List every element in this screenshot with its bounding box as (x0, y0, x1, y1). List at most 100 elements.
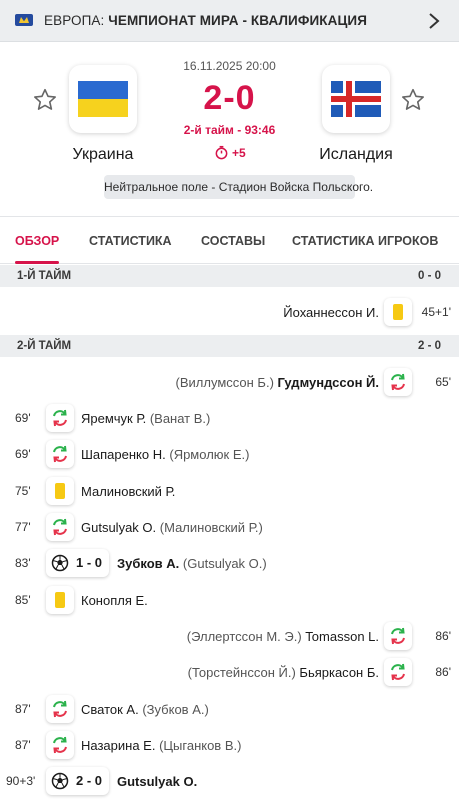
europe-flag-icon (15, 14, 33, 26)
event-assist-player: (Gutsulyak O.) (182, 556, 267, 571)
match-header: 16.11.2025 20:00 Украина Исландия 2-0 2-… (0, 43, 459, 215)
event-player: Зубков А. (117, 556, 180, 571)
goal-badge: 2 - 0 (46, 767, 109, 795)
event-player: Gutsulyak O. (81, 520, 157, 535)
event-text: Зубков А. (Gutsulyak O.) (117, 556, 267, 571)
match-period: 2-й тайм - 93:46 (183, 123, 276, 137)
event-text: Сваток А. (Зубков А.) (81, 702, 209, 717)
substitution-icon (384, 368, 412, 396)
half-label: 2-Й ТАЙМ (17, 340, 72, 352)
event-text: (Виллумссон Б.) Гудмундссон Й. (176, 375, 379, 390)
event-text: Малиновский Р. (81, 484, 175, 499)
home-team-name[interactable]: Украина (43, 146, 163, 164)
event-minute: 65' (435, 375, 451, 389)
event-text: Gutsulyak O. (117, 774, 197, 789)
event-row: 87' Сваток А. (Зубков А.) (0, 695, 459, 723)
event-minute: 87' (15, 738, 31, 752)
competition-name: ЧЕМПИОНАТ МИРА - КВАЛИФИКАЦИЯ (108, 13, 368, 28)
competition-country: ЕВРОПА: (44, 13, 105, 28)
substitution-icon (46, 440, 74, 468)
competition-title: ЕВРОПА: ЧЕМПИОНАТ МИРА - КВАЛИФИКАЦИЯ (44, 13, 367, 28)
event-row: 90+3' 2 - 0 Gutsulyak O. (0, 767, 459, 795)
substitution-icon (46, 404, 74, 432)
event-minute: 75' (15, 484, 31, 498)
half-header: 1-Й ТАЙМ 0 - 0 (0, 265, 459, 287)
event-minute: 69' (15, 447, 31, 461)
event-player: Gutsulyak O. (117, 774, 198, 789)
away-team-name[interactable]: Исландия (296, 146, 416, 164)
yellow-card-icon (46, 477, 74, 505)
event-minute: 86' (435, 665, 451, 679)
competition-bar[interactable]: ЕВРОПА: ЧЕМПИОНАТ МИРА - КВАЛИФИКАЦИЯ (0, 0, 459, 42)
event-row: 77' Gutsulyak O. (Малиновский Р.) (0, 513, 459, 541)
substitution-icon (384, 622, 412, 650)
substitution-icon (384, 658, 412, 686)
event-text: Шапаренко Н. (Ярмолюк Е.) (81, 447, 249, 462)
event-text: (Эллертссон М. Э.) Tomasson L. (187, 629, 379, 644)
half-score: 2 - 0 (417, 340, 441, 352)
event-text: Назарина Е. (Цыганков В.) (81, 738, 241, 753)
tab-bar: ОБЗОР СТАТИСТИКА СОСТАВЫ СТАТИСТИКА ИГРО… (0, 216, 459, 264)
football-icon (51, 772, 69, 790)
event-player: Сваток А. (81, 702, 139, 717)
yellow-card-icon (384, 298, 412, 326)
event-row: 69' Шапаренко Н. (Ярмолюк Е.) (0, 440, 459, 468)
event-row: (Виллумссон Б.) Гудмундссон Й. 65' (0, 368, 459, 396)
tab-statistics[interactable]: СТАТИСТИКА (89, 234, 172, 248)
event-minute: 45+1' (421, 305, 451, 319)
event-player: Яремчук Р. (81, 411, 147, 426)
tab-overview[interactable]: ОБЗОР (15, 234, 59, 248)
event-minute: 87' (15, 702, 31, 716)
event-minute: 86' (435, 629, 451, 643)
event-sub-player: (Цыганков В.) (159, 738, 242, 753)
event-player: Шапаренко Н. (81, 447, 166, 462)
match-score: 2-0 (203, 79, 256, 117)
event-player: Малиновский Р. (81, 484, 176, 499)
half-header: 2-Й ТАЙМ 2 - 0 (0, 335, 459, 357)
half-label: 1-Й ТАЙМ (17, 270, 72, 282)
event-row: 87' Назарина Е. (Цыганков В.) (0, 731, 459, 759)
goal-score: 1 - 0 (76, 555, 103, 570)
event-text: Gutsulyak O. (Малиновский Р.) (81, 520, 263, 535)
event-minute: 83' (15, 556, 31, 570)
event-player: Гудмундссон Й. (277, 375, 379, 390)
event-text: Яремчук Р. (Ванат В.) (81, 411, 210, 426)
half-score: 0 - 0 (417, 270, 441, 282)
event-sub-player: (Эллертссон М. Э.) (186, 629, 302, 644)
event-sub-player: (Виллумссон Б.) (175, 375, 274, 390)
tab-player-stats[interactable]: СТАТИСТИКА ИГРОКОВ (292, 234, 438, 248)
event-sub-player: (Ярмолюк Е.) (169, 447, 250, 462)
event-row: 75' Малиновский Р. (0, 477, 459, 505)
venue-info: Нейтральное поле - Стадион Войска Польск… (104, 175, 373, 199)
event-player: Конопля Е. (81, 593, 148, 608)
football-icon (51, 554, 69, 572)
substitution-icon (46, 731, 74, 759)
event-row: 83' 1 - 0 Зубков А. (Gutsulyak O.) (0, 549, 459, 577)
event-player: Tomasson L. (305, 629, 379, 644)
event-row: 85' Конопля Е. (0, 586, 459, 614)
event-minute: 85' (15, 593, 31, 607)
chevron-right-icon[interactable] (427, 12, 441, 30)
event-row: Йоханнессон И. 45+1' (0, 298, 459, 326)
stopwatch-icon (215, 145, 228, 160)
event-row: 69' Яремчук Р. (Ванат В.) (0, 404, 459, 432)
event-player: Бьяркасон Б. (299, 665, 379, 680)
event-minute: 77' (15, 520, 31, 534)
event-text: (Торстейнссон Й.) Бьяркасон Б. (188, 665, 379, 680)
added-time-value: +5 (232, 145, 246, 160)
event-minute: 69' (15, 411, 31, 425)
event-text: Йоханнессон И. (283, 305, 379, 320)
event-sub-player: (Малиновский Р.) (159, 520, 263, 535)
event-row: (Торстейнссон Й.) Бьяркасон Б. 86' (0, 658, 459, 686)
goal-score: 2 - 0 (76, 773, 103, 788)
tab-lineups[interactable]: СОСТАВЫ (201, 234, 265, 248)
match-datetime: 16.11.2025 20:00 (183, 59, 276, 73)
event-sub-player: (Ванат В.) (149, 411, 211, 426)
active-tab-indicator (15, 261, 59, 264)
substitution-icon (46, 513, 74, 541)
event-minute: 90+3' (6, 774, 36, 788)
event-text: Конопля Е. (81, 593, 148, 608)
event-sub-player: (Зубков А.) (142, 702, 209, 717)
event-sub-player: (Торстейнссон Й.) (187, 665, 296, 680)
event-player: Йоханнессон И. (283, 305, 379, 320)
